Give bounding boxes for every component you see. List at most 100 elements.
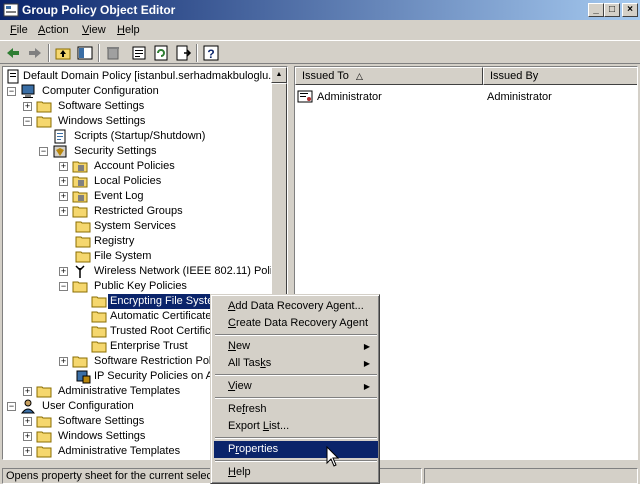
menu-item-create-data-recovery-agent[interactable]: Create Data Recovery Agent (214, 315, 378, 332)
toolbar-separator (48, 44, 50, 62)
collapse-toggle[interactable]: − (39, 147, 48, 156)
menu-help-label: elp (124, 24, 140, 36)
user-icon (20, 399, 36, 414)
folder-icon (75, 251, 91, 263)
menu-action[interactable]: Action (38, 24, 69, 36)
folder-icon (91, 326, 107, 338)
menu-text: iew (235, 380, 252, 392)
expand-toggle[interactable]: + (23, 447, 32, 456)
submenu-arrow-icon: ▶ (363, 359, 370, 368)
submenu-arrow-icon: ▶ (363, 382, 370, 391)
forward-arrow-icon[interactable] (26, 44, 44, 62)
menu-text: elp (235, 466, 251, 478)
back-arrow-icon[interactable] (4, 44, 22, 62)
expand-toggle[interactable]: + (23, 417, 32, 426)
policy-folder-icon (72, 161, 88, 173)
menu-text: reate Data Recovery Agent (235, 317, 369, 329)
menu-text: Export (228, 420, 263, 432)
menu-item-view[interactable]: View ▶ (214, 378, 378, 395)
list-item[interactable]: Administrator Administrator (297, 89, 637, 105)
collapse-toggle[interactable]: − (59, 282, 68, 291)
tree-label: Local Policies (94, 175, 162, 187)
toolbar-separator (196, 44, 198, 62)
folder-icon (36, 386, 52, 398)
sort-ascending-icon: △ (356, 71, 363, 81)
tree-label: Administrative Templates (58, 445, 181, 457)
show-hide-tree-icon[interactable] (76, 44, 94, 62)
menu-item-new[interactable]: New ▶ (214, 338, 378, 355)
tree-label: System Services (94, 220, 176, 232)
menu-text: operties (239, 443, 279, 455)
folder-icon (36, 446, 52, 458)
menu-help[interactable]: Help (117, 24, 140, 36)
folder-icon (36, 416, 52, 428)
tree-label: Automatic Certificate R (110, 310, 223, 322)
expand-toggle[interactable]: + (59, 162, 68, 171)
tree-label: Computer Configuration (42, 85, 159, 97)
tree-label: Wireless Network (IEEE 802.11) Policies (94, 265, 288, 277)
folder-icon (75, 236, 91, 248)
folder-icon (72, 356, 88, 368)
expand-toggle[interactable]: + (23, 102, 32, 111)
expand-toggle[interactable]: + (59, 207, 68, 216)
cell-issued-by: Administrator (487, 91, 552, 103)
certificate-icon (297, 90, 313, 103)
column-header-label: Issued By (490, 70, 539, 82)
menu-file-accel: F (10, 24, 17, 36)
folder-icon (91, 296, 107, 308)
title-bar[interactable]: Group Policy Object Editor _ □ × (0, 0, 640, 20)
column-header-issued-by[interactable]: Issued By (483, 67, 637, 85)
close-button[interactable]: × (622, 3, 638, 17)
policy-folder-icon (72, 191, 88, 203)
folder-icon (36, 431, 52, 443)
menu-text: resh (245, 403, 267, 415)
tree-label: Security Settings (74, 145, 157, 157)
refresh-icon[interactable] (152, 44, 170, 62)
tree-label: Account Policies (94, 160, 175, 172)
tree-label: Public Key Policies (94, 280, 187, 292)
tree-label: Encrypting File System (106, 293, 226, 310)
tree-label: File System (94, 250, 152, 262)
scroll-up-arrow-icon[interactable]: ▲ (271, 67, 287, 83)
toolbar: ? (0, 40, 640, 64)
expand-toggle[interactable]: + (59, 177, 68, 186)
export-list-icon[interactable] (174, 44, 192, 62)
tree-label: Windows Settings (58, 430, 146, 442)
menu-separator (215, 397, 377, 399)
delete-icon[interactable] (104, 44, 122, 62)
folder-icon (36, 101, 52, 113)
menu-item-properties[interactable]: Properties (214, 441, 378, 458)
expand-toggle[interactable]: + (59, 267, 68, 276)
column-header-issued-to[interactable]: Issued To △ (295, 67, 483, 85)
up-folder-icon[interactable] (54, 44, 72, 62)
help-icon[interactable]: ? (202, 44, 220, 62)
security-settings-icon (53, 145, 67, 158)
collapse-toggle[interactable]: − (23, 117, 32, 126)
tree-label: Enterprise Trust (110, 340, 188, 352)
maximize-button[interactable]: □ (604, 3, 620, 17)
antenna-icon (75, 265, 85, 278)
collapse-toggle[interactable]: − (7, 402, 16, 411)
script-icon (54, 129, 66, 144)
tree-label: Default Domain Policy [istanbul.serhadma… (23, 70, 288, 82)
folder-icon (72, 206, 88, 218)
expand-toggle[interactable]: + (23, 432, 32, 441)
expand-toggle[interactable]: + (59, 357, 68, 366)
menu-item-add-data-recovery-agent[interactable]: Add Data Recovery Agent... (214, 298, 378, 315)
menu-item-help[interactable]: Help (214, 464, 378, 481)
menu-accel: N (228, 340, 236, 352)
expand-toggle[interactable]: + (23, 387, 32, 396)
tree-label: Windows Settings (58, 115, 146, 127)
expand-toggle[interactable]: + (59, 192, 68, 201)
tree-label: User Configuration (42, 400, 134, 412)
minimize-button[interactable]: _ (588, 3, 604, 17)
menu-item-export-list[interactable]: Export List... (214, 418, 378, 435)
folder-icon (91, 311, 107, 323)
context-menu: Add Data Recovery Agent... Create Data R… (210, 294, 380, 484)
collapse-toggle[interactable]: − (7, 87, 16, 96)
properties-icon[interactable] (130, 44, 148, 62)
menu-file[interactable]: File (10, 24, 28, 36)
menu-view[interactable]: View (82, 24, 106, 36)
menu-item-refresh[interactable]: Refresh (214, 401, 378, 418)
menu-item-all-tasks[interactable]: All Tasks ▶ (214, 355, 378, 372)
